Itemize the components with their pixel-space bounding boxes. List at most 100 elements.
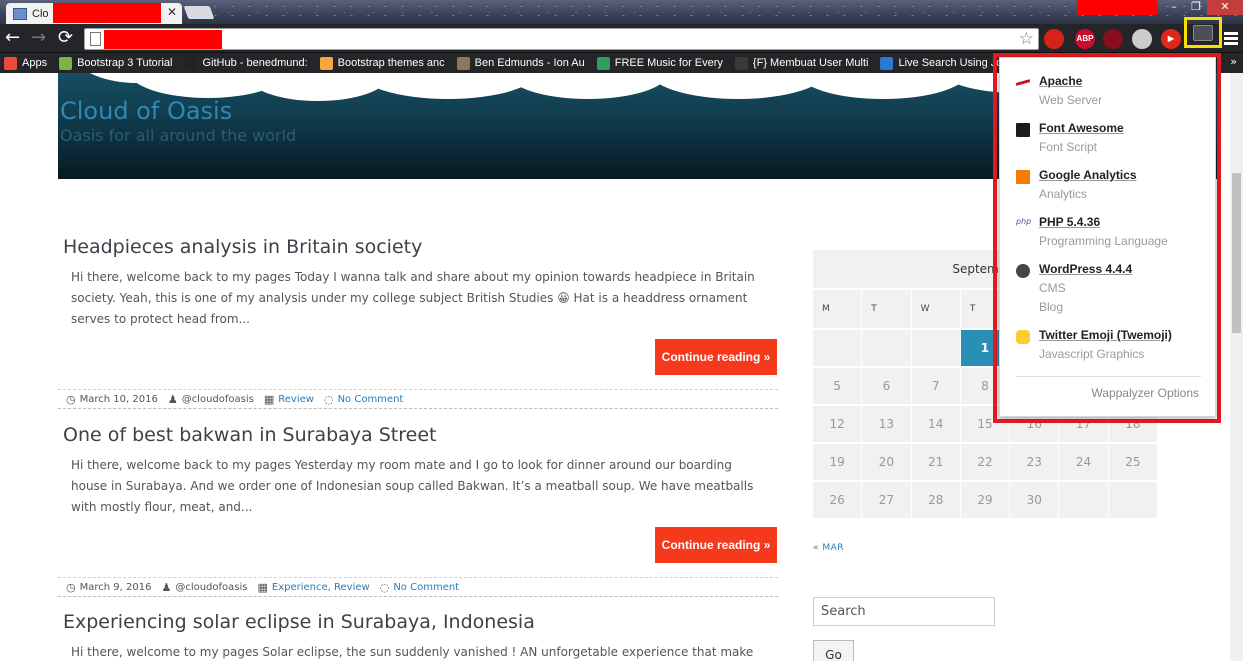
- post-meta: ◷ March 10, 2016 ♟ @cloudofoasis ▦ Review ◌…: [58, 389, 778, 409]
- bookmark-label: FREE Music for Every: [614, 57, 723, 69]
- bookmark-item[interactable]: GitHub - benedmund:: [184, 56, 308, 70]
- category-icon: ▦: [257, 580, 268, 594]
- comment-icon: ◌: [379, 580, 390, 594]
- bookmark-label: Apps: [22, 57, 48, 69]
- abp-icon[interactable]: ABP: [1075, 29, 1095, 49]
- post-author[interactable]: @cloudofoasis: [182, 394, 254, 405]
- bookmarks-overflow-icon[interactable]: »: [1230, 55, 1237, 68]
- bookmark-label: Bootstrap themes anc: [337, 57, 445, 69]
- technology-category[interactable]: Blog: [1039, 300, 1063, 314]
- technology-name[interactable]: WordPress 4.4.4: [1039, 262, 1132, 276]
- window-controls: – ❐ ✕: [1163, 0, 1243, 15]
- chrome-menu-icon[interactable]: [1224, 32, 1238, 47]
- bookmark-star-icon[interactable]: ☆: [1019, 29, 1034, 49]
- redaction-block: [53, 3, 161, 23]
- post-comments[interactable]: No Comment: [393, 582, 459, 593]
- wappalyzer-options-link[interactable]: Wappalyzer Options: [1091, 386, 1199, 400]
- post-meta: ◷ March 9, 2016 ♟ @cloudofoasis ▦ Experienc…: [58, 577, 778, 597]
- technology-name[interactable]: PHP 5.4.36: [1039, 215, 1100, 229]
- post-title[interactable]: Experiencing solar eclipse in Surabaya, …: [63, 611, 535, 633]
- technology-category[interactable]: Programming Language: [1039, 234, 1168, 248]
- calendar-day: 24: [1059, 444, 1108, 480]
- continue-reading-button[interactable]: Continue reading »: [655, 527, 777, 563]
- minimize-icon[interactable]: –: [1163, 0, 1185, 15]
- calendar-empty-cell: [1059, 482, 1108, 518]
- browser-tab[interactable]: Clo ✕: [6, 3, 182, 24]
- red-ext-icon[interactable]: [1044, 29, 1064, 49]
- search-go-button[interactable]: Go: [813, 640, 854, 661]
- forward-arrow-icon[interactable]: →: [31, 27, 46, 49]
- google-analytics-icon: [1016, 170, 1030, 184]
- technology-category[interactable]: Javascript Graphics: [1039, 347, 1144, 361]
- window-close-icon[interactable]: ✕: [1207, 0, 1243, 15]
- bookmark-item[interactable]: Bootstrap 3 Tutorial: [59, 56, 172, 70]
- site-tagline: Oasis for all around the world: [60, 126, 297, 145]
- scrollbar-thumb[interactable]: [1232, 173, 1241, 333]
- calendar-day: 28: [911, 482, 960, 518]
- calendar-day: 12: [813, 406, 862, 442]
- restore-icon[interactable]: ❐: [1185, 0, 1207, 15]
- bookmark-label: Ben Edmunds - Ion Au: [474, 57, 585, 69]
- tab-close-icon[interactable]: ✕: [167, 5, 177, 19]
- bookmark-item[interactable]: Apps: [4, 56, 48, 70]
- calendar-empty-cell: [862, 330, 911, 366]
- user-icon: ♟: [161, 580, 172, 594]
- post-title[interactable]: One of best bakwan in Surabaya Street: [63, 424, 436, 446]
- calendar-day: 26: [813, 482, 862, 518]
- bookmark-item[interactable]: Live Search Using Jqu: [880, 56, 1009, 70]
- technology-name[interactable]: Twitter Emoji (Twemoji): [1039, 328, 1172, 342]
- bookmark-item[interactable]: {F} Membuat User Multi: [734, 56, 868, 70]
- bookmark-item[interactable]: Ben Edmunds - Ion Au: [456, 56, 585, 70]
- clock-icon: ◷: [66, 580, 76, 594]
- calendar-empty-cell: [911, 330, 960, 366]
- post-title[interactable]: Headpieces analysis in Britain society: [63, 236, 422, 258]
- technology-name[interactable]: Google Analytics: [1039, 168, 1137, 182]
- calendar-day: 25: [1108, 444, 1157, 480]
- apache-icon: [1016, 79, 1030, 86]
- tab-title: Clo: [32, 7, 49, 20]
- technology-category[interactable]: Font Script: [1039, 140, 1097, 154]
- wordpress-icon: [1016, 264, 1030, 278]
- calendar-day: 30: [1010, 482, 1059, 518]
- site-title[interactable]: Cloud of Oasis: [60, 97, 232, 125]
- post-comments[interactable]: No Comment: [338, 394, 404, 405]
- continue-reading-button[interactable]: Continue reading »: [655, 339, 777, 375]
- wappalyzer-extension-icon[interactable]: [1193, 25, 1213, 41]
- twemoji-icon: [1016, 330, 1030, 344]
- bookmark-item[interactable]: Bootstrap themes anc: [319, 56, 445, 70]
- bookmark-label: GitHub - benedmund:: [202, 57, 308, 69]
- calendar-day: 14: [911, 406, 960, 442]
- post-author[interactable]: @cloudofoasis: [175, 582, 247, 593]
- back-arrow-icon[interactable]: ←: [5, 27, 20, 49]
- bootstrap-icon: [59, 56, 73, 70]
- address-bar[interactable]: ☆: [84, 28, 1039, 50]
- new-tab-button[interactable]: [183, 6, 215, 19]
- calendar-day: 13: [862, 406, 911, 442]
- calendar-prev-link[interactable]: « MAR: [813, 543, 844, 553]
- extension-highlight-box: [1184, 17, 1222, 48]
- technology-category[interactable]: Analytics: [1039, 187, 1087, 201]
- live-search-icon: [880, 56, 894, 70]
- calendar-day: 6: [862, 368, 911, 404]
- play-ext-icon[interactable]: ▶: [1161, 29, 1181, 49]
- technology-name[interactable]: Apache: [1039, 74, 1082, 88]
- technology-category[interactable]: CMS: [1039, 281, 1066, 295]
- technology-category[interactable]: Web Server: [1039, 93, 1102, 107]
- wappalyzer-popup: Apache Web Server Font Awesome Font Script G…: [999, 57, 1216, 417]
- bookmark-item[interactable]: FREE Music for Every: [596, 56, 723, 70]
- search-input[interactable]: Search: [813, 597, 995, 626]
- apps-grid-icon: [4, 56, 17, 70]
- technology-name[interactable]: Font Awesome: [1039, 121, 1124, 135]
- calendar-weekday: W: [911, 290, 960, 328]
- cloud-ext-icon[interactable]: [1132, 29, 1152, 49]
- post-category[interactable]: Review: [278, 394, 314, 405]
- calendar-empty-cell: [1108, 482, 1157, 518]
- reload-icon[interactable]: ⟳: [58, 27, 73, 49]
- popup-divider: [1016, 376, 1201, 377]
- post-date: March 10, 2016: [79, 393, 158, 405]
- clock-icon: ◷: [66, 392, 76, 406]
- blue-ext-icon[interactable]: [1103, 29, 1123, 49]
- page-scrollbar[interactable]: [1230, 73, 1243, 661]
- post-category[interactable]: Experience, Review: [272, 582, 370, 593]
- bootstrap-themes-icon: [319, 56, 333, 70]
